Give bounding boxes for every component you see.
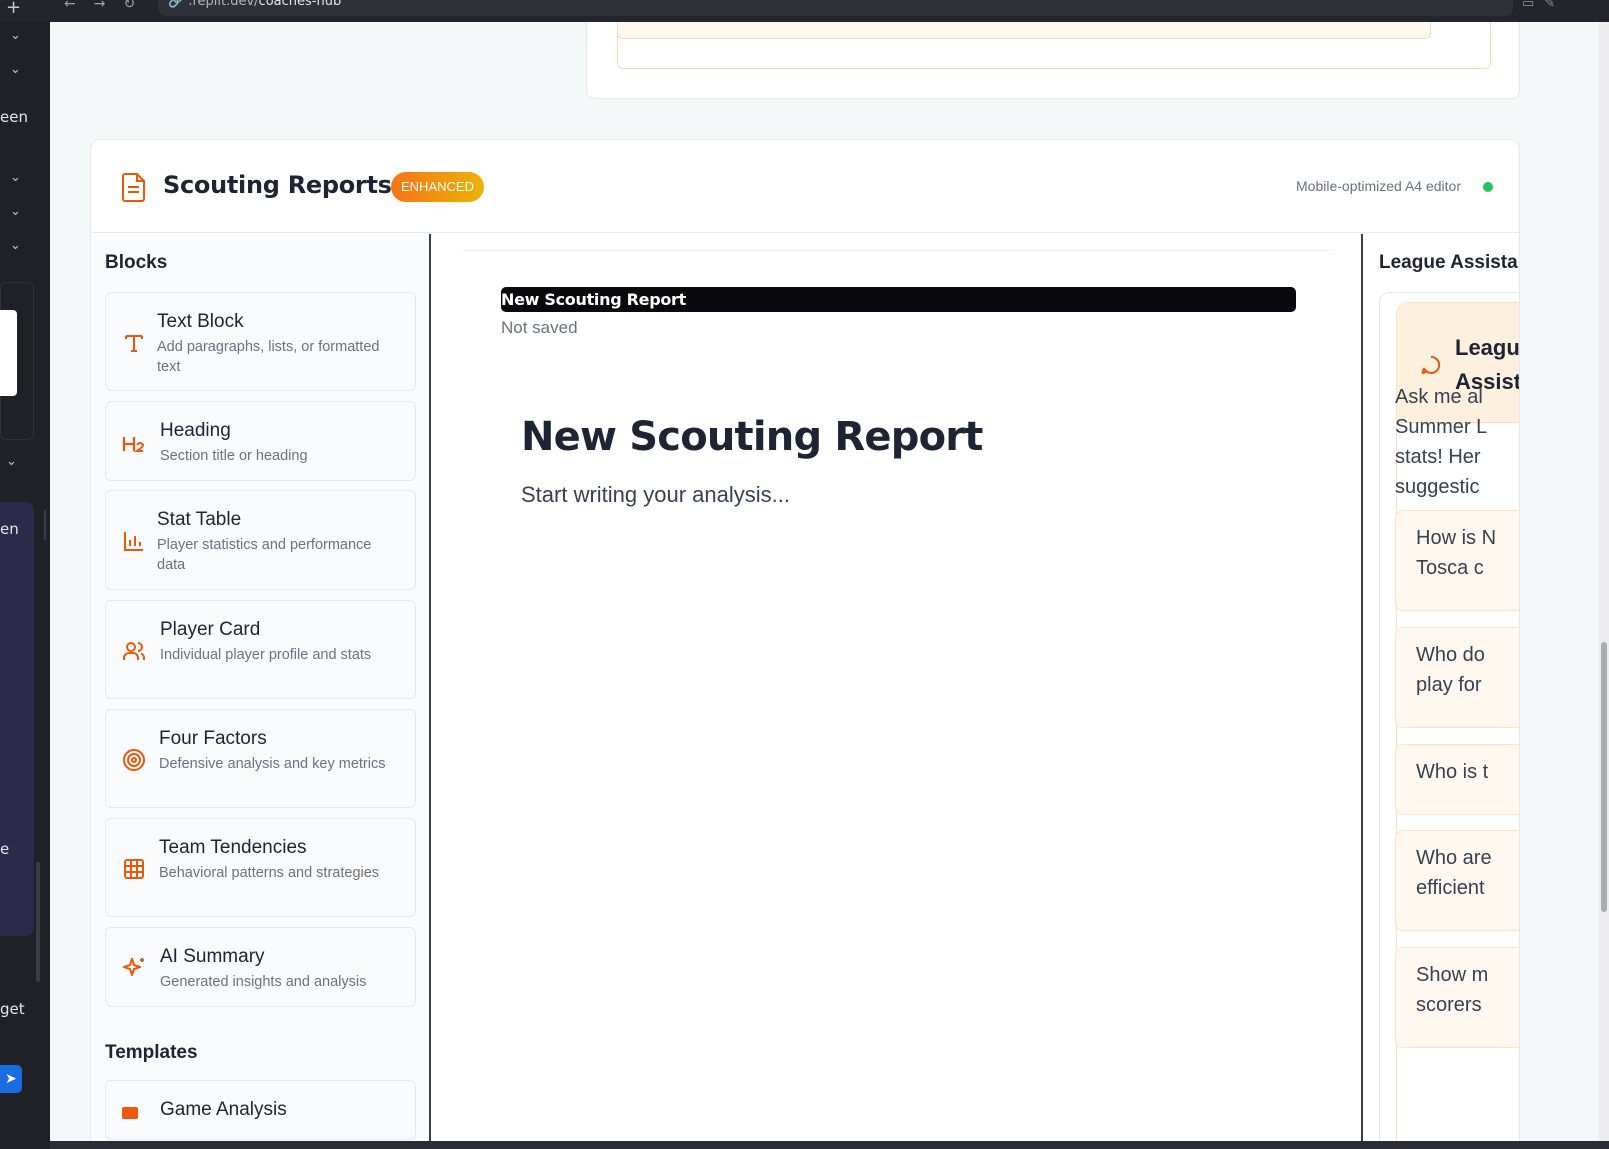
previous-card-highlight: [617, 22, 1431, 39]
block-name: Stat Table: [157, 509, 242, 530]
main-page: Scouting Reports ENHANCED Mobile-optimiz…: [50, 22, 1609, 1141]
suggestion-button[interactable]: Show m scorers: [1395, 947, 1519, 1048]
suggestion-button[interactable]: Who do play for: [1395, 627, 1519, 728]
report-title-input[interactable]: New Scouting Report: [501, 287, 1296, 312]
url-prefix: .replit.dev/: [188, 0, 259, 9]
chevron-down-icon[interactable]: ⌄: [10, 62, 21, 77]
address-bar[interactable]: [158, 0, 1513, 16]
plus-icon[interactable]: +: [6, 0, 21, 18]
block-text[interactable]: Text Block Add paragraphs, lists, or for…: [105, 292, 416, 391]
suggestion-line: Who is t: [1416, 761, 1489, 783]
suggestion-line: Who do: [1416, 644, 1485, 666]
league-assistant-panel: League Assista Leagu Assist Ask me al Su…: [1365, 234, 1520, 1141]
block-player-card[interactable]: Player Card Individual player profile an…: [105, 600, 416, 699]
chevron-down-icon[interactable]: ⌄: [10, 170, 21, 185]
message-circle-icon: [1421, 355, 1441, 375]
status-dot: [1483, 182, 1493, 192]
blocks-title: Blocks: [105, 252, 168, 273]
block-name: Four Factors: [159, 728, 267, 749]
target-icon: [122, 748, 146, 772]
editor-mode-note: Mobile-optimized A4 editor: [1296, 178, 1461, 194]
suggestion-line: play for: [1416, 674, 1482, 696]
send-icon[interactable]: ➤: [0, 1065, 22, 1093]
url-path: coaches-hub: [258, 0, 342, 9]
block-name: Player Card: [160, 619, 261, 640]
block-name: Team Tendencies: [159, 837, 307, 858]
blocks-panel: Blocks Text Block Add paragraphs, lists,…: [91, 234, 431, 1141]
a4-page-edge: [463, 250, 1333, 251]
grid-icon: [122, 857, 146, 881]
suggestion-line: Who are: [1416, 847, 1492, 869]
block-heading[interactable]: Heading Section title or heading: [105, 401, 416, 481]
block-team-tendencies[interactable]: Team Tendencies Behavioral patterns and …: [105, 818, 416, 917]
pane-divider[interactable]: [44, 510, 46, 540]
browser-nav-icons[interactable]: ←→↻: [64, 0, 153, 12]
sidebar-text-fragment: en: [0, 520, 19, 538]
block-description: Behavioral patterns and strategies: [159, 865, 380, 881]
assistant-title: League Assista: [1379, 252, 1518, 273]
text-icon: [122, 331, 146, 355]
address-bar-url[interactable]: 🔗 .replit.dev/coaches-hub: [168, 0, 341, 9]
sidebar-chat-panel: [0, 502, 34, 936]
chevron-down-icon[interactable]: ⌄: [10, 238, 21, 253]
save-status: Not saved: [501, 318, 578, 337]
block-name: Text Block: [157, 311, 244, 332]
heading-icon: [122, 432, 146, 456]
chevron-down-icon[interactable]: ⌄: [10, 28, 21, 43]
replit-sidebar: ⌄ ⌄ een ⌄ ⌄ ⌄ ⌄ en e get ➤: [0, 22, 50, 1149]
sidebar-text-fragment: e: [0, 840, 10, 858]
browser-toolbar: + ←→↻ 🔗 .replit.dev/coaches-hub ▭✎: [0, 0, 1609, 22]
report-body-placeholder[interactable]: Start writing your analysis...: [521, 482, 790, 508]
sidebar-scrollbar[interactable]: [36, 862, 40, 982]
block-name: Heading: [160, 420, 231, 441]
suggestion-line: How is N: [1416, 527, 1497, 549]
chevron-down-icon[interactable]: ⌄: [6, 454, 17, 469]
suggestion-button[interactable]: How is N Tosca c: [1395, 510, 1519, 611]
block-description: Player statistics and performance data: [157, 537, 372, 573]
templates-title: Templates: [105, 1042, 198, 1063]
template-name: Game Analysis: [160, 1099, 287, 1120]
document-icon: [121, 172, 147, 202]
block-name: AI Summary: [160, 946, 265, 967]
page-scrollbar-thumb[interactable]: [1601, 642, 1607, 912]
block-stat-table[interactable]: Stat Table Player statistics and perform…: [105, 490, 416, 590]
block-description: Generated insights and analysis: [160, 974, 367, 990]
intro-line: Summer L: [1395, 416, 1488, 438]
section-header: Scouting Reports ENHANCED Mobile-optimiz…: [91, 140, 1519, 233]
suggestion-button[interactable]: Who are efficient: [1395, 830, 1519, 931]
intro-line: stats! Her: [1395, 446, 1481, 468]
scouting-reports-section: Scouting Reports ENHANCED Mobile-optimiz…: [90, 139, 1520, 1141]
block-description: Add paragraphs, lists, or formatted text: [157, 339, 380, 375]
sidebar-text-fragment: get: [0, 1000, 25, 1018]
block-four-factors[interactable]: Four Factors Defensive analysis and key …: [105, 709, 416, 808]
bar-chart-icon: [122, 529, 146, 553]
intro-line: Ask me al: [1395, 386, 1483, 408]
sidebar-preview-thumbnail[interactable]: [0, 310, 17, 396]
report-heading[interactable]: New Scouting Report: [521, 414, 983, 460]
page-scrollbar[interactable]: [1599, 22, 1609, 1141]
suggestion-button[interactable]: Who is t: [1395, 744, 1519, 815]
enhanced-badge: ENHANCED: [391, 172, 484, 202]
suggestion-line: efficient: [1416, 877, 1485, 899]
chevron-down-icon[interactable]: ⌄: [10, 204, 21, 219]
block-description: Defensive analysis and key metrics: [159, 756, 386, 772]
block-ai-summary[interactable]: AI Summary Generated insights and analys…: [105, 927, 416, 1007]
browser-extension-icons[interactable]: ▭✎: [1522, 0, 1565, 11]
block-description: Section title or heading: [160, 448, 308, 464]
suggestion-line: Tosca c: [1416, 557, 1484, 579]
template-game-analysis[interactable]: Game Analysis: [105, 1080, 416, 1140]
template-icon: [122, 1107, 138, 1119]
intro-line: suggestic: [1395, 476, 1480, 498]
previous-card: [586, 22, 1520, 99]
report-editor: New Scouting Report Not saved New Scouti…: [433, 234, 1363, 1141]
section-title: Scouting Reports: [163, 171, 392, 199]
suggestion-line: Show m: [1416, 964, 1489, 986]
users-icon: [122, 639, 146, 663]
assistant-card-title-line: Leagu: [1455, 335, 1520, 360]
block-description: Individual player profile and stats: [160, 647, 372, 663]
sidebar-text-fragment: een: [0, 108, 28, 126]
suggestion-line: scorers: [1416, 994, 1482, 1016]
assistant-intro: Ask me al Summer L stats! Her suggestic: [1395, 382, 1519, 502]
sparkles-icon: [122, 956, 146, 980]
